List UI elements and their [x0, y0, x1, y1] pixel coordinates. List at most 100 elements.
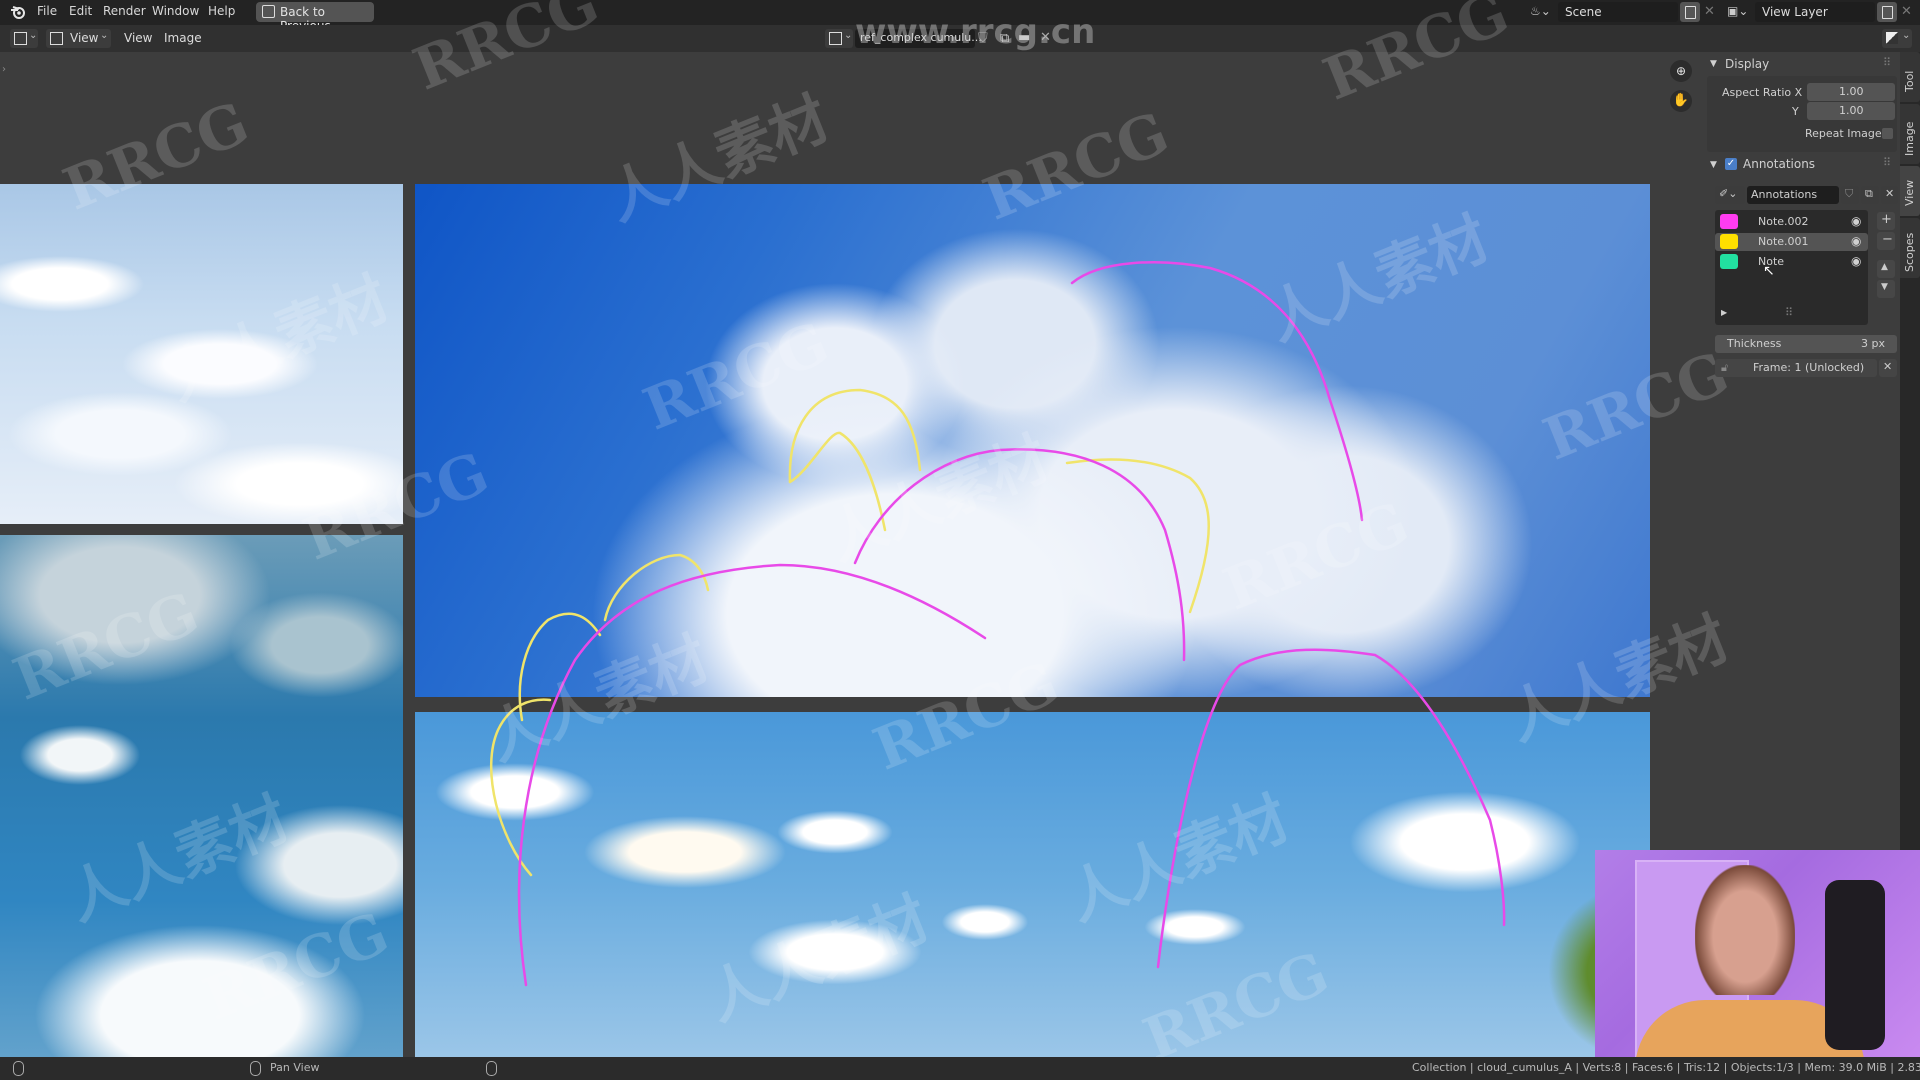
eye-icon[interactable]: ◉: [1851, 234, 1861, 248]
view-mode-label: View: [70, 31, 99, 45]
pan-hand-icon[interactable]: ✋: [1670, 90, 1692, 112]
new-datablock-button[interactable]: ⧉: [1861, 186, 1879, 204]
annotation-stroke-magenta: [517, 563, 987, 987]
layer-name[interactable]: Note.001: [1758, 235, 1809, 248]
tab-image[interactable]: Image: [1900, 104, 1920, 164]
scene-selector-icon[interactable]: ♨⌄: [1530, 4, 1556, 21]
tab-view[interactable]: View: [1900, 166, 1920, 216]
tab-image-label: Image: [1903, 121, 1916, 156]
view-layer-name: View Layer: [1762, 5, 1828, 19]
tab-tool-label: Tool: [1903, 70, 1916, 92]
scene-field[interactable]: Scene: [1558, 2, 1678, 22]
eye-icon[interactable]: ◉: [1851, 254, 1861, 268]
menu-file[interactable]: File: [37, 4, 57, 18]
unlink-datablock-button[interactable]: ✕: [1881, 186, 1898, 204]
status-info: Collection | cloud_cumulus_A | Verts:8 |…: [1412, 1061, 1920, 1074]
close-icon: ✕: [1885, 187, 1895, 200]
layer-color-swatch[interactable]: [1720, 234, 1738, 249]
image-icon: [829, 32, 842, 45]
thickness-label: Thickness: [1727, 337, 1782, 350]
view-layer-close-icon[interactable]: ✕: [1901, 4, 1912, 19]
scene-close-icon[interactable]: ✕: [1704, 4, 1715, 19]
aspect-ratio-x-label: Aspect Ratio X: [1722, 86, 1803, 99]
tab-scopes[interactable]: Scopes: [1900, 218, 1920, 278]
blender-logo-icon[interactable]: [10, 4, 26, 20]
webcam-microphone: [1825, 880, 1885, 1050]
menu-help[interactable]: Help: [208, 4, 235, 18]
aspect-ratio-y-label: Y: [1792, 105, 1799, 118]
repeat-image-checkbox[interactable]: [1882, 128, 1893, 139]
annotation-datablock-browse[interactable]: ✐⌄: [1715, 186, 1745, 204]
chevron-down-icon: ⌄: [1902, 30, 1911, 41]
layer-name[interactable]: Note.002: [1758, 215, 1809, 228]
layer-color-swatch[interactable]: [1720, 214, 1738, 229]
view-mode-dropdown[interactable]: View ⌄: [46, 29, 111, 48]
tab-view-label: View: [1903, 179, 1916, 206]
zoom-icon[interactable]: ⊕: [1670, 60, 1692, 82]
layer-row-selected[interactable]: Note.001 ◉: [1715, 233, 1868, 251]
list-resize-handle[interactable]: ⠿: [1785, 306, 1793, 319]
layer-row[interactable]: Note.002 ◉: [1715, 213, 1868, 231]
menu-window[interactable]: Window: [152, 4, 199, 18]
add-layer-button[interactable]: +: [1877, 212, 1895, 230]
annotation-layer-list[interactable]: Note.002 ◉ Note.001 ◉ Note ◉ ↖ ▶ ⠿: [1715, 210, 1868, 325]
annotations-collapse-icon[interactable]: ▼: [1710, 160, 1717, 170]
aspect-ratio-x-value: 1.00: [1839, 85, 1864, 98]
browse-image-button[interactable]: ⌄: [825, 29, 853, 48]
fake-user-button[interactable]: ⛉: [1841, 186, 1859, 204]
layer-row[interactable]: Note ◉: [1715, 253, 1868, 271]
annotations-enable-checkbox[interactable]: ✓: [1725, 158, 1737, 170]
move-layer-down-button[interactable]: ▼: [1877, 280, 1895, 298]
display-collapse-icon[interactable]: ▼: [1710, 59, 1717, 69]
menu-image[interactable]: Image: [164, 31, 202, 45]
layer-color-swatch[interactable]: [1720, 254, 1738, 269]
frame-field[interactable]: 🔓︎ Frame: 1 (Unlocked): [1715, 359, 1877, 377]
aspect-ratio-x-field[interactable]: 1.00: [1807, 83, 1895, 101]
image-icon: [50, 32, 63, 45]
annotation-stroke-magenta: [1156, 648, 1506, 969]
mouse-cursor-icon: ↖: [1763, 263, 1775, 279]
list-filter-expand-icon[interactable]: ▶: [1721, 308, 1727, 317]
eye-icon[interactable]: ◉: [1851, 214, 1861, 228]
mouse-left-icon: [13, 1061, 24, 1076]
menu-edit[interactable]: Edit: [69, 4, 92, 18]
repeat-image-label: Repeat Image: [1805, 127, 1882, 140]
frame-label: Frame: 1 (Unlocked): [1753, 361, 1865, 374]
view-layer-new-button[interactable]: [1877, 2, 1897, 22]
editor-type-button[interactable]: ⌄: [10, 29, 38, 48]
plus-icon: +: [1881, 212, 1892, 227]
display-channels-button[interactable]: ⌄: [1882, 29, 1912, 48]
watermark-url: www.rrcg.cn: [855, 12, 1096, 52]
back-to-previous-button[interactable]: Back to Previous: [256, 2, 374, 33]
annotation-stroke-yellow: [518, 612, 602, 722]
tab-tool[interactable]: Tool: [1900, 52, 1920, 102]
annotations-panel-title[interactable]: Annotations: [1743, 157, 1815, 171]
annotation-stroke-yellow: [788, 388, 922, 484]
annotation-datablock-field[interactable]: Annotations: [1747, 186, 1839, 204]
frame-delete-button[interactable]: ✕: [1879, 359, 1897, 377]
remove-layer-button[interactable]: −: [1877, 232, 1895, 250]
tab-scopes-label: Scopes: [1903, 232, 1916, 272]
scene-new-button[interactable]: [1680, 2, 1700, 22]
arrow-up-icon: ▲: [1881, 262, 1888, 272]
arrow-down-icon: ▼: [1881, 282, 1888, 292]
unlock-icon[interactable]: 🔓︎: [1721, 361, 1728, 375]
duplicate-icon: [1685, 6, 1696, 19]
webcam-person: [1695, 865, 1795, 995]
thickness-field[interactable]: Thickness 3 px: [1715, 335, 1897, 353]
menu-render[interactable]: Render: [103, 4, 146, 18]
drag-handle-icon[interactable]: ⠿: [1883, 56, 1891, 69]
alpha-channel-icon: [1886, 32, 1898, 44]
aspect-ratio-y-field[interactable]: 1.00: [1807, 102, 1895, 120]
view-layer-field[interactable]: View Layer: [1755, 2, 1875, 22]
view-layer-selector-icon[interactable]: ▣⌄: [1727, 4, 1753, 21]
display-panel-title[interactable]: Display: [1725, 57, 1769, 71]
scene-name: Scene: [1565, 5, 1602, 19]
menu-view[interactable]: View: [124, 31, 152, 45]
chevron-down-icon: ⌄: [100, 30, 109, 41]
move-layer-up-button[interactable]: ▲: [1877, 260, 1895, 278]
status-hint: Pan View: [270, 1061, 320, 1074]
annotation-stroke-magenta: [1070, 261, 1364, 522]
drag-handle-icon[interactable]: ⠿: [1883, 156, 1891, 169]
sidebar-panel: ▼ Display ⠿ Aspect Ratio X 1.00 Y 1.00 R…: [1705, 52, 1900, 432]
